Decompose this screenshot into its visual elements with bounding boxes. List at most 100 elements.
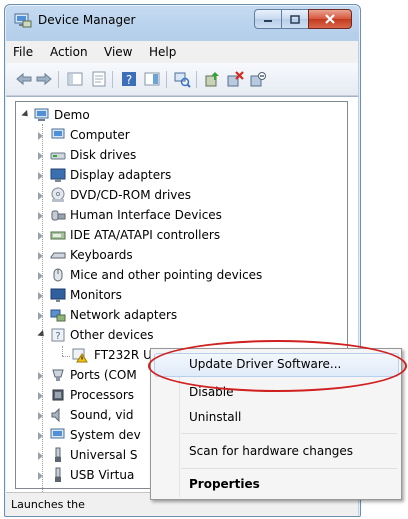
action-pane-icon[interactable] [143,70,161,88]
expand-arrow-icon[interactable] [38,172,43,180]
tree-node-processors[interactable]: Processors [38,386,168,406]
tree-node-usb-controllers[interactable]: Universal S [38,446,168,466]
tree-label-root: Demo [54,108,90,122]
menu-item-properties[interactable]: Properties [189,477,260,491]
uninstall-device-icon[interactable] [226,70,244,88]
svg-text:?: ? [126,73,132,87]
toolbar-separator [196,71,197,88]
processor-icon [52,389,64,401]
expand-arrow-icon[interactable] [38,252,43,260]
tree-label: Network adapters [70,308,178,322]
menu-item-update-driver[interactable]: Update Driver Software... [189,357,341,371]
tree-node-disk-drives[interactable]: Disk drives [38,146,338,166]
tree-guide-line [62,356,70,357]
usb-icon [55,447,61,462]
collapse-arrow-icon[interactable] [21,109,31,120]
disable-device-icon[interactable] [249,70,267,88]
tree-label: Human Interface Devices [70,208,222,222]
speaker-icon [51,407,60,423]
menu-action[interactable]: Action [50,45,88,59]
menu-view[interactable]: View [104,45,132,59]
expand-arrow-icon[interactable] [38,212,43,220]
maximize-button[interactable] [281,9,308,29]
computer-icon [51,128,65,139]
menu-item-disable[interactable]: Disable [189,385,234,399]
menu-help[interactable]: Help [149,45,176,59]
help-icon[interactable]: ? [120,70,138,88]
menu-file[interactable]: File [13,45,33,59]
expand-arrow-icon[interactable] [38,452,43,460]
menu-separator [181,468,397,469]
tree-node-root[interactable]: Demo [20,106,220,126]
toolbar-separator [58,71,59,88]
tree-label: Other devices [70,328,154,342]
tree-guide-line [62,346,63,356]
expand-arrow-icon[interactable] [38,192,43,200]
expand-arrow-icon[interactable] [38,272,43,280]
display-adapter-icon [50,168,66,182]
minimize-icon [264,20,272,22]
computer-icon [34,108,49,121]
tree-node-display-adapters[interactable]: Display adapters [38,166,338,186]
expand-arrow-icon[interactable] [38,232,43,240]
expand-arrow-icon[interactable] [38,292,43,300]
disk-drive-icon [50,152,66,160]
tree-node-sound[interactable]: Sound, vid [38,406,168,426]
expand-arrow-icon[interactable] [38,312,43,320]
tree-node-ports[interactable]: Ports (COM [38,366,168,386]
properties-sheet-icon[interactable] [90,70,108,88]
expand-arrow-icon[interactable] [38,132,43,140]
tree-label: Computer [70,128,130,142]
collapse-arrow-icon[interactable] [37,329,47,340]
tree-node-dvd-drives[interactable]: DVD/CD-ROM drives [38,186,338,206]
expand-arrow-icon[interactable] [38,392,43,400]
status-text: Launches the [11,498,85,511]
tree-label: Display adapters [70,168,172,182]
expand-arrow-icon[interactable] [38,432,43,440]
toolbar: ? [6,63,358,96]
monitor-icon [50,288,66,302]
expand-arrow-icon[interactable] [38,152,43,160]
mouse-icon [53,268,63,282]
svg-text:?: ? [55,331,60,342]
dvd-drive-icon [51,187,65,202]
tree-label: IDE ATA/ATAPI controllers [70,228,221,242]
menu-separator [181,433,397,434]
tree-node-other-devices[interactable]: ? Other devices [37,326,338,346]
window-title: Device Manager [38,13,136,27]
context-menu: Update Driver Software... Disable Uninst… [150,348,402,500]
port-icon [52,369,64,381]
tree-node-keyboards[interactable]: Keyboards [38,246,338,266]
tree-node-computer[interactable]: Computer [38,126,338,146]
tree-node-network[interactable]: Network adapters [38,306,338,326]
tree-label: Sound, vid [70,408,134,422]
tree-node-system[interactable]: System dev [38,426,168,446]
minimize-button[interactable] [254,9,281,29]
toolbar-separator [112,71,113,88]
tree-node-mice[interactable]: Mice and other pointing devices [38,266,338,286]
title-bar[interactable]: Device Manager [5,5,360,35]
hid-icon [51,210,66,221]
expand-arrow-icon[interactable] [38,472,43,480]
tree-node-usb-virtual-com[interactable]: USB Virtua [38,466,168,486]
tree-label: Mice and other pointing devices [70,268,263,282]
network-adapter-icon [50,309,66,322]
menu-item-scan-hardware[interactable]: Scan for hardware changes [189,444,353,458]
menu-item-uninstall[interactable]: Uninstall [189,410,241,424]
tree-node-ide[interactable]: IDE ATA/ATAPI controllers [38,226,338,246]
caption-buttons [254,9,352,29]
forward-arrow-icon[interactable] [35,70,53,88]
device-manager-icon [14,13,32,28]
update-driver-icon[interactable] [203,70,221,88]
tree-node-monitors[interactable]: Monitors [38,286,338,306]
tree-label: DVD/CD-ROM drives [70,188,192,202]
expand-arrow-icon[interactable] [38,372,43,380]
tree-label: Keyboards [70,248,133,262]
tree-node-hid[interactable]: Human Interface Devices [38,206,338,226]
scan-hardware-icon[interactable] [173,70,191,88]
close-button[interactable] [308,9,352,29]
tree-label: Monitors [70,288,122,302]
expand-arrow-icon[interactable] [38,412,43,420]
show-hide-console-tree-icon[interactable] [66,70,84,88]
back-arrow-icon[interactable] [15,70,33,88]
